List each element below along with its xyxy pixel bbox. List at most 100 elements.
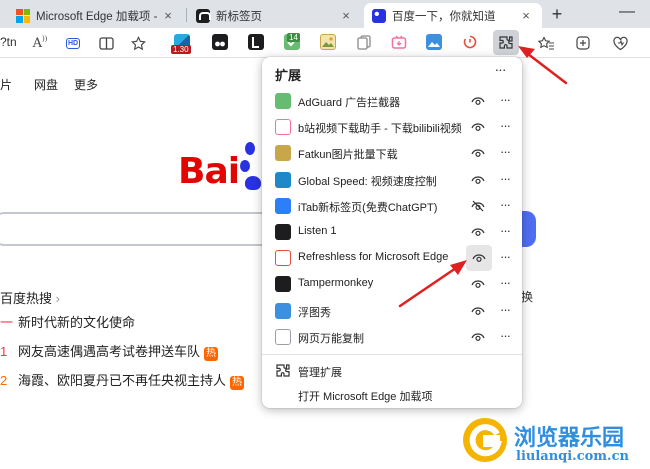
global-speed-icon (275, 171, 291, 188)
extension-item[interactable]: b站视频下载助手 - 下载bilibili视频 ··· (262, 114, 522, 140)
baidu-paw-icon (240, 160, 250, 172)
extensions-puzzle-icon[interactable] (496, 33, 516, 53)
extension-item[interactable]: Tampermonkey ··· (262, 271, 522, 297)
adguard-badge: 14 (287, 33, 300, 42)
extension-item[interactable]: 浮图秀 ··· (262, 298, 522, 324)
eye-icon[interactable] (469, 144, 487, 162)
search-button[interactable] (522, 211, 536, 247)
hot-badge: 热 (204, 347, 219, 361)
gear-icon (276, 364, 290, 377)
divider (262, 354, 522, 355)
fatkun-icon[interactable] (320, 34, 336, 50)
eye-off-icon[interactable] (469, 197, 487, 215)
tab-edge-addons[interactable]: Microsoft Edge 加载项 - Refreshless × (8, 3, 184, 28)
eye-icon[interactable] (466, 245, 492, 272)
tab-title: 百度一下，你就知道 (392, 10, 496, 23)
hot-list-item[interactable]: 一新时代新的文化使命 (0, 312, 135, 331)
hd-icon[interactable]: HD (63, 33, 83, 53)
extension-item[interactable]: iTab新标签页(免费ChatGPT) ··· (262, 193, 522, 219)
nav-more[interactable]: 更多 (74, 76, 98, 93)
read-aloud-icon[interactable]: A)) (30, 33, 50, 53)
listen1-icon[interactable] (248, 34, 264, 50)
chevron-right-icon: › (55, 291, 60, 306)
close-icon[interactable]: × (160, 8, 176, 23)
eye-icon[interactable] (469, 118, 487, 136)
refreshless-icon[interactable] (462, 34, 478, 50)
eye-icon[interactable] (469, 171, 487, 189)
nav-images[interactable]: 图片 (0, 76, 12, 93)
favorites-icon[interactable] (536, 33, 556, 53)
itab-icon (196, 8, 211, 23)
tampermonkey-icon (275, 276, 291, 293)
tab-separator (186, 8, 187, 22)
open-edge-addons-item[interactable]: 打开 Microsoft Edge 加载项 (262, 383, 522, 407)
extension-name: 浮图秀 (298, 306, 331, 319)
open-edge-addons-label: 打开 Microsoft Edge 加载项 (298, 391, 433, 403)
tab-baidu[interactable]: 百度一下，你就知道 × (364, 3, 542, 28)
futuxiu-icon (275, 302, 291, 319)
hot-list-item[interactable]: 1 网友高速偶遇高考试卷押送车队热 (0, 341, 219, 361)
new-tab-button[interactable]: + (544, 3, 570, 25)
window-minimize-button[interactable]: — (612, 2, 642, 24)
extension-name: Global Speed: 视频速度控制 (298, 175, 437, 188)
tab-new-tab-page[interactable]: 新标签页 × (188, 3, 362, 28)
extensions-panel: 扩展 ··· AdGuard 广告拦截器 ··· b站视频下载助手 - 下载bili… (262, 57, 522, 408)
extension-item[interactable]: AdGuard 广告拦截器 ··· (262, 88, 522, 114)
manage-extensions-label: 管理扩展 (298, 367, 342, 379)
split-screen-icon[interactable] (96, 33, 116, 53)
eye-icon[interactable] (469, 275, 487, 293)
eye-icon[interactable] (469, 328, 487, 346)
global-speed-badge: 1.30 (171, 45, 191, 54)
sound-icon: )) (41, 35, 48, 43)
extension-item[interactable]: Refreshless for Microsoft Edge ··· (262, 245, 522, 272)
hot-rank-top-icon: 一 (0, 315, 14, 330)
collections-icon[interactable] (573, 33, 593, 53)
listen1-icon (275, 224, 291, 240)
baidu-paw-icon (245, 142, 255, 155)
close-icon[interactable]: × (518, 8, 534, 23)
address-bar-fragment[interactable]: ?tn (0, 35, 17, 49)
extension-name: 网页万能复制 (298, 332, 364, 345)
extension-item[interactable]: Global Speed: 视频速度控制 ··· (262, 167, 522, 193)
futuxiu-icon[interactable] (426, 34, 442, 50)
more-options-icon[interactable]: ··· (495, 302, 515, 320)
more-options-icon[interactable]: ··· (495, 92, 515, 110)
eye-icon[interactable] (469, 223, 487, 241)
refresh-hot-list-fragment[interactable]: 换 (521, 288, 533, 305)
hot-list-text: 新时代新的文化使命 (18, 315, 136, 330)
favorites-star-icon[interactable] (128, 33, 148, 53)
close-icon[interactable]: × (338, 8, 354, 23)
copy-icon[interactable] (356, 34, 372, 50)
extensions-panel-header: 扩展 ··· (262, 57, 522, 89)
watermark-name: 浏览器乐园 (514, 425, 625, 451)
extension-name: Refreshless for Microsoft Edge (298, 251, 449, 264)
manage-extensions-item[interactable]: 管理扩展 (262, 359, 522, 383)
extension-name: iTab新标签页(免费ChatGPT) (298, 201, 438, 214)
eye-icon[interactable] (469, 302, 487, 320)
eye-icon[interactable] (469, 92, 487, 110)
hot-list-text: 网友高速偶遇高考试卷押送车队 (18, 344, 201, 359)
nav-netdisk[interactable]: 网盘 (34, 76, 58, 93)
browser-essentials-icon[interactable] (610, 33, 630, 53)
more-options-icon[interactable]: ··· (495, 118, 515, 136)
extension-item[interactable]: 网页万能复制 ··· (262, 324, 522, 350)
watermark-url: liulanqi.com.cn (516, 449, 629, 464)
more-options-icon[interactable]: ··· (495, 249, 515, 267)
extension-item[interactable]: Listen 1 ··· (262, 219, 522, 245)
microsoft-logo-icon (16, 8, 30, 23)
search-input[interactable] (0, 212, 270, 246)
bilibili-download-icon[interactable] (391, 34, 407, 50)
hot-list-item[interactable]: 2 海霞、欧阳夏丹已不再任央视主持人热 (0, 370, 245, 390)
tampermonkey-icon[interactable] (212, 34, 228, 50)
more-options-icon[interactable]: ··· (495, 197, 515, 215)
extension-name: b站视频下载助手 - 下载bilibili视频 (298, 123, 462, 136)
more-options-icon[interactable]: ··· (495, 223, 515, 241)
hot-search-title[interactable]: 百度热搜 › (0, 288, 60, 307)
more-options-icon[interactable]: ··· (495, 144, 515, 162)
more-options-icon[interactable]: ··· (495, 171, 515, 189)
more-options-icon[interactable]: ··· (495, 328, 515, 346)
more-options-icon[interactable]: ··· (488, 61, 512, 83)
more-options-icon[interactable]: ··· (495, 275, 515, 293)
extension-item[interactable]: Fatkun图片批量下载 ··· (262, 140, 522, 166)
browser-toolbar: ?tn A)) HD 1.30 14 (0, 28, 650, 58)
